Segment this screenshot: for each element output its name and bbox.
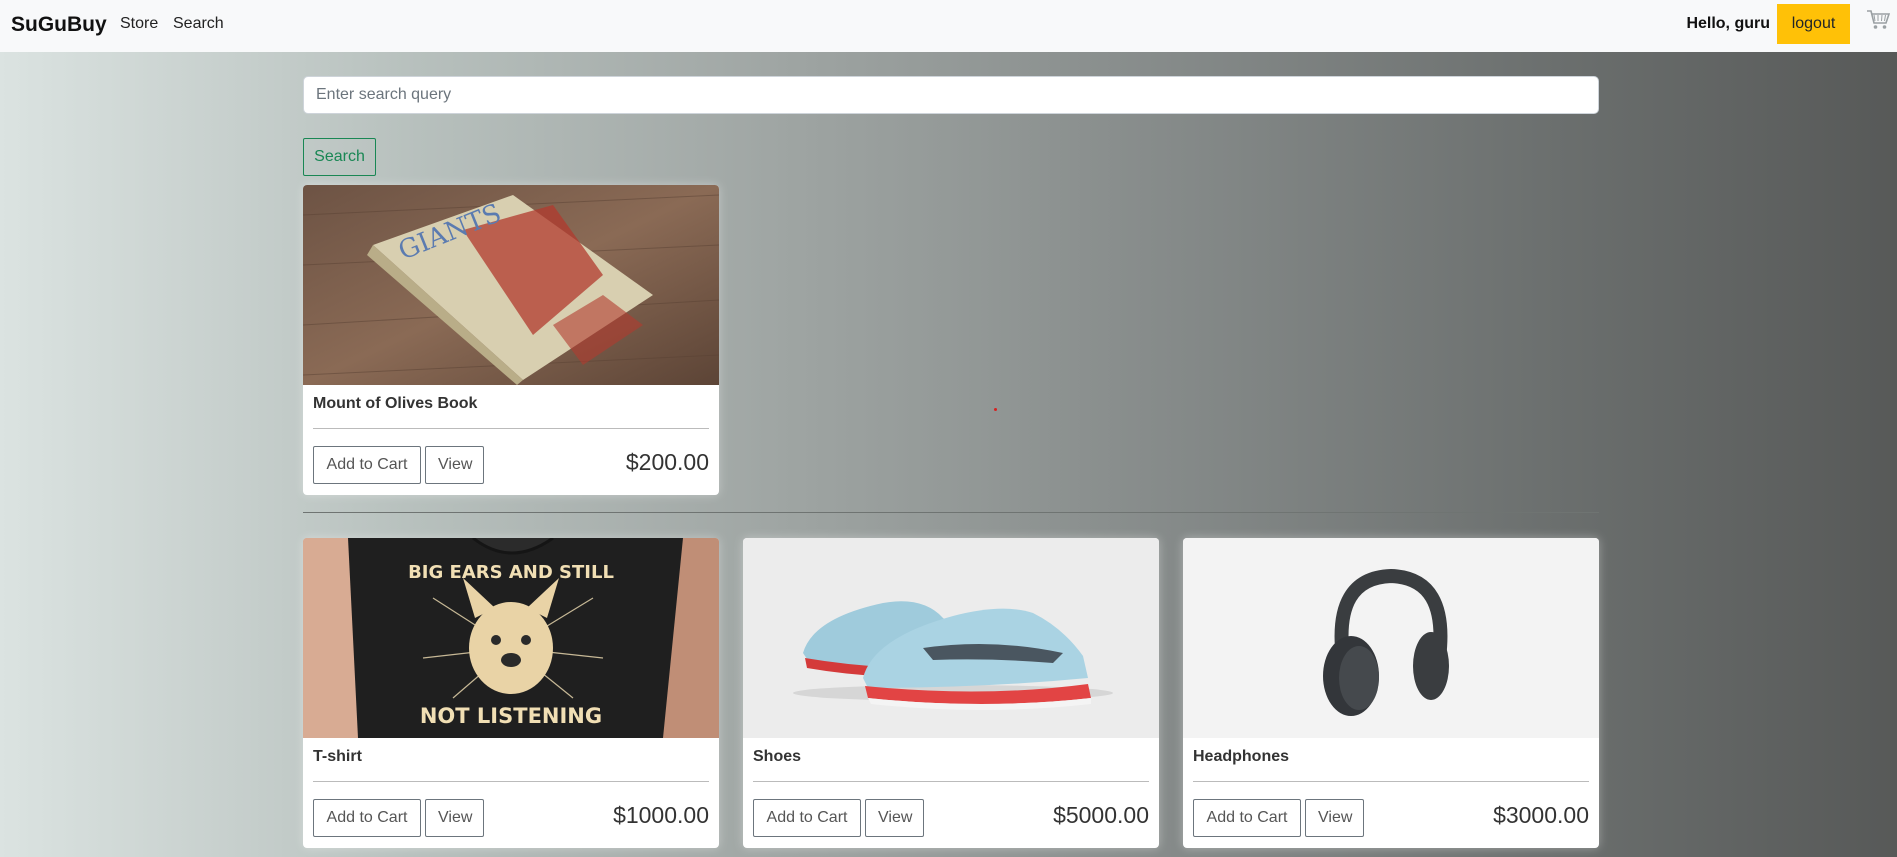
product-price: $200.00 <box>625 449 709 475</box>
product-price: $3000.00 <box>1493 802 1589 828</box>
svg-text:NOT LISTENING: NOT LISTENING <box>420 704 602 728</box>
product-price: $1000.00 <box>613 802 709 828</box>
brand-logo[interactable]: SuGuBuy <box>11 13 107 37</box>
nav-link-search[interactable]: Search <box>173 15 224 33</box>
product-image-shoes <box>743 538 1159 738</box>
view-button[interactable]: View <box>425 446 484 484</box>
divider <box>313 781 709 782</box>
product-title: Headphones <box>1193 748 1290 765</box>
product-title: T-shirt <box>313 748 362 765</box>
divider <box>1193 781 1589 782</box>
view-button[interactable]: View <box>425 799 484 837</box>
product-title: Shoes <box>753 748 802 765</box>
section-divider <box>303 512 1599 513</box>
product-image-tshirt: BIG EARS AND STILL NOT LISTENING <box>303 538 719 738</box>
product-image-book: GIANTS <box>303 185 719 385</box>
cursor-dot <box>994 408 997 411</box>
view-button[interactable]: View <box>1305 799 1364 837</box>
add-to-cart-button[interactable]: Add to Cart <box>1193 799 1301 837</box>
cart-icon[interactable] <box>1866 9 1891 31</box>
user-greeting: Hello, guru <box>1686 15 1770 32</box>
navbar: SuGuBuy Store Search Hello, guru logout <box>0 0 1897 52</box>
product-card: Headphones Add to Cart View $3000.00 <box>1183 538 1599 848</box>
divider <box>313 428 709 429</box>
product-price: $5000.00 <box>1053 802 1149 828</box>
product-image-headphones <box>1183 538 1599 738</box>
product-card: GIANTS Mount of Olives Book Add to Cart … <box>303 185 719 495</box>
nav-link-store[interactable]: Store <box>120 15 158 33</box>
add-to-cart-button[interactable]: Add to Cart <box>313 799 421 837</box>
svg-text:BIG EARS AND STILL: BIG EARS AND STILL <box>408 562 614 583</box>
product-card: Shoes Add to Cart View $5000.00 <box>743 538 1159 848</box>
search-input[interactable] <box>303 76 1599 114</box>
logout-button[interactable]: logout <box>1777 4 1850 44</box>
view-button[interactable]: View <box>865 799 924 837</box>
add-to-cart-button[interactable]: Add to Cart <box>753 799 861 837</box>
product-card: BIG EARS AND STILL NOT LISTENING T-shirt… <box>303 538 719 848</box>
add-to-cart-button[interactable]: Add to Cart <box>313 446 421 484</box>
divider <box>753 781 1149 782</box>
search-button[interactable]: Search <box>303 138 376 176</box>
product-title: Mount of Olives Book <box>313 395 478 412</box>
